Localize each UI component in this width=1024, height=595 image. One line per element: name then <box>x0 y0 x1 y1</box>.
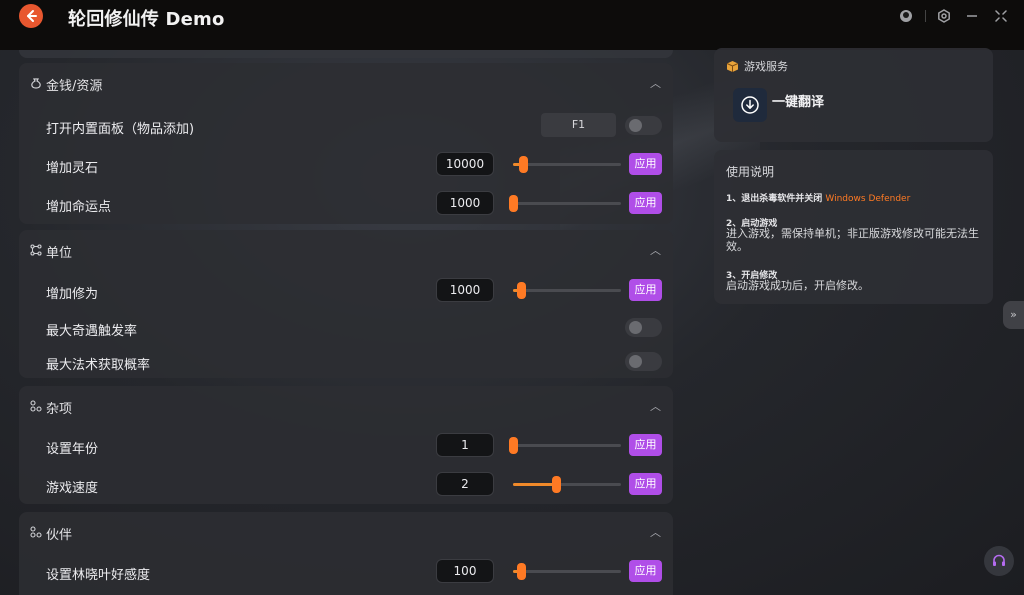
toggle-switch[interactable] <box>625 116 662 135</box>
usage-instructions-card: 使用说明 1、退出杀毒软件并关闭 Windows Defender 2、启动游戏… <box>714 150 993 304</box>
close-button[interactable] <box>993 8 1009 24</box>
card-title: 使用说明 <box>726 165 775 179</box>
section-title: 金钱/资源 <box>46 79 103 94</box>
apply-button[interactable]: 应用 <box>629 279 662 301</box>
back-arrow-icon <box>27 10 37 22</box>
money-bag-icon <box>31 78 41 89</box>
row-label: 最大奇遇触发率 <box>46 324 138 339</box>
step-2-body: 进入游戏，需保持单机；非正版游戏修改可能无法生效。 <box>726 227 979 253</box>
section-title: 单位 <box>46 246 73 261</box>
chevron-up-icon[interactable]: ︿ <box>650 242 661 258</box>
value-slider[interactable] <box>513 476 621 493</box>
value-input[interactable]: 100 <box>436 559 494 583</box>
section-header[interactable]: 金钱/资源 ︿ <box>19 63 673 103</box>
slider-thumb[interactable] <box>552 476 562 493</box>
close-icon <box>995 10 1007 22</box>
apply-button[interactable]: 应用 <box>629 560 662 582</box>
collapsed-section-edge <box>19 50 673 58</box>
back-button[interactable] <box>19 4 43 28</box>
row-add-cultivation: 增加修为 1000 应用 <box>19 276 673 306</box>
toggle-switch[interactable] <box>625 352 662 371</box>
step-3-body: 启动游戏成功后，开启修改。 <box>726 279 869 292</box>
titlebar-divider <box>925 10 926 22</box>
step-1-heading: 1、退出杀毒软件并关闭 Windows Defender <box>726 191 910 204</box>
user-avatar-icon <box>900 10 912 22</box>
chevron-up-icon[interactable]: ︿ <box>650 75 661 91</box>
toggle-switch[interactable] <box>625 318 662 337</box>
unit-nodes-icon <box>30 244 42 256</box>
settings-button[interactable] <box>936 8 952 24</box>
slider-thumb[interactable] <box>518 156 528 173</box>
chevron-up-icon[interactable]: ︿ <box>650 524 661 540</box>
row-set-year: 设置年份 1 应用 <box>19 431 673 461</box>
translate-button[interactable] <box>733 88 767 122</box>
section-partner: 伙伴 ︿ 设置林晓叶好感度 100 应用 <box>19 512 673 595</box>
section-title: 伙伴 <box>46 528 73 543</box>
section-money-resources: 金钱/资源 ︿ 打开内置面板（物品添加) F1 增加灵石 10000 应用 增加… <box>19 63 673 224</box>
partner-icon <box>30 526 42 538</box>
section-header[interactable]: 伙伴 ︿ <box>19 512 673 552</box>
misc-icon <box>30 400 42 412</box>
app-title: 轮回修仙传 Demo <box>68 9 225 30</box>
row-max-spell-chance: 最大法术获取概率 <box>19 347 673 377</box>
user-avatar-button[interactable] <box>898 8 914 24</box>
double-chevron-right-icon: » <box>1010 308 1017 321</box>
expand-sidebar-button[interactable]: » <box>1003 301 1024 329</box>
chevron-up-icon[interactable]: ︿ <box>650 398 661 414</box>
row-label: 增加灵石 <box>46 161 99 176</box>
value-input[interactable]: 10000 <box>436 152 494 176</box>
row-label: 设置林晓叶好感度 <box>46 568 151 583</box>
section-title: 杂项 <box>46 402 73 417</box>
row-add-spirit-stone: 增加灵石 10000 应用 <box>19 150 673 180</box>
headset-icon <box>993 554 1005 566</box>
value-input[interactable]: 1000 <box>436 278 494 302</box>
row-label: 增加命运点 <box>46 200 112 215</box>
apply-button[interactable]: 应用 <box>629 192 662 214</box>
slider-fill <box>513 483 557 486</box>
slider-thumb[interactable] <box>516 563 526 580</box>
value-slider[interactable] <box>513 282 621 299</box>
value-slider[interactable] <box>513 563 621 580</box>
translate-label[interactable]: 一键翻译 <box>772 91 824 110</box>
row-label: 游戏速度 <box>46 481 99 496</box>
slider-thumb[interactable] <box>509 437 518 454</box>
value-slider[interactable] <box>509 195 621 212</box>
apply-button[interactable]: 应用 <box>629 473 662 495</box>
value-slider[interactable] <box>513 156 621 173</box>
section-unit: 单位 ︿ 增加修为 1000 应用 最大奇遇触发率 最大法术获取概率 <box>19 230 673 378</box>
minimize-button[interactable] <box>964 8 980 24</box>
row-label: 设置年份 <box>46 442 99 457</box>
step-1-accent: Windows Defender <box>825 194 911 204</box>
section-misc: 杂项 ︿ 设置年份 1 应用 游戏速度 2 应用 <box>19 386 673 504</box>
support-button[interactable] <box>984 546 1014 576</box>
row-game-speed: 游戏速度 2 应用 <box>19 470 673 500</box>
download-circle-icon <box>741 96 759 114</box>
section-header[interactable]: 单位 ︿ <box>19 230 673 270</box>
row-label: 打开内置面板（物品添加) <box>46 122 195 137</box>
apply-button[interactable]: 应用 <box>629 153 662 175</box>
value-input[interactable]: 2 <box>436 472 494 496</box>
game-service-card: 游戏服务 一键翻译 <box>714 48 993 142</box>
card-header: 游戏服务 <box>726 58 788 74</box>
title-bar: 轮回修仙传 Demo <box>0 0 1024 50</box>
row-max-encounter-rate: 最大奇遇触发率 <box>19 313 673 343</box>
settings-icon <box>938 9 950 23</box>
value-slider[interactable] <box>509 437 621 454</box>
row-label: 增加修为 <box>46 287 99 302</box>
minimize-icon <box>967 15 977 17</box>
slider-thumb[interactable] <box>516 282 526 299</box>
row-add-fate-points: 增加命运点 1000 应用 <box>19 189 673 219</box>
hotkey-box[interactable]: F1 <box>541 113 616 137</box>
value-input[interactable]: 1000 <box>436 191 494 215</box>
row-set-favorability: 设置林晓叶好感度 100 应用 <box>19 557 673 587</box>
row-open-builtin-panel: 打开内置面板（物品添加) F1 <box>19 111 673 141</box>
row-label: 最大法术获取概率 <box>46 358 151 373</box>
section-header[interactable]: 杂项 ︿ <box>19 386 673 426</box>
apply-button[interactable]: 应用 <box>629 434 662 456</box>
package-box-icon <box>726 60 739 72</box>
step-1-head-text: 1、退出杀毒软件并关闭 <box>726 194 823 204</box>
card-title: 游戏服务 <box>744 60 788 73</box>
slider-thumb[interactable] <box>509 195 518 212</box>
value-input[interactable]: 1 <box>436 433 494 457</box>
